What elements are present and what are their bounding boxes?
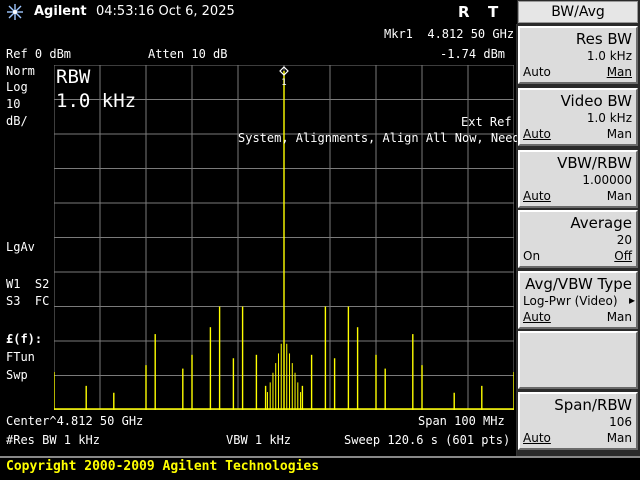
average-softkey[interactable]: Average 20 On Off <box>518 210 638 268</box>
trace-state-2: S3 FC <box>6 294 50 308</box>
trigger-indicator: T <box>488 3 499 21</box>
softkey-value: 20 <box>616 233 632 247</box>
softkey-auto: Auto <box>523 431 551 445</box>
rbw-annotation-title: RBW <box>56 66 91 88</box>
res-bw-readout: #Res BW 1 kHz <box>6 433 100 447</box>
spectrum-trace <box>54 71 514 410</box>
softkey-title: Average <box>570 214 632 232</box>
date-time: 04:53:16 Oct 6, 2025 <box>96 4 235 19</box>
brand-name: Agilent <box>34 4 87 19</box>
softkey-auto: Auto <box>523 310 551 324</box>
sweep-time-readout: Sweep 120.6 s (601 pts) <box>344 433 511 447</box>
scale-type: Log <box>6 80 28 94</box>
menu-title: BW/Avg <box>518 1 638 23</box>
softkey-auto: Auto <box>523 65 551 79</box>
vbw-readout: VBW 1 kHz <box>226 433 292 447</box>
softkey-value: 1.0 kHz <box>586 111 632 125</box>
vbw-rbw-softkey[interactable]: VBW/RBW 1.00000 Auto Man <box>518 150 638 208</box>
softkey-auto: Auto <box>523 127 551 141</box>
alignment-alert: System, Alignments, Align All Now, Neede… <box>238 131 535 145</box>
reference-level: Ref 0 dBm <box>6 47 72 61</box>
softkey-value: Log-Pwr (Video) <box>523 294 618 308</box>
scale-value: 10 <box>6 97 21 111</box>
remote-indicator: R <box>458 3 470 21</box>
ftun-label: FTun <box>6 350 35 364</box>
res-bw-softkey[interactable]: Res BW 1.0 kHz Auto Man <box>518 26 638 84</box>
blank-softkey[interactable] <box>518 331 638 389</box>
function-label: £(f): <box>6 332 43 346</box>
detector-mode: Norm <box>6 64 35 78</box>
span-readout: Span 100 MHz <box>418 414 505 428</box>
softkey-off: Off <box>614 249 632 263</box>
softkey-title: Res BW <box>575 30 632 48</box>
softkey-title: Span/RBW <box>554 396 632 414</box>
softkey-man: Man <box>606 431 632 445</box>
scale-unit: dB/ <box>6 114 28 128</box>
softkey-man: Man <box>606 65 632 79</box>
softkey-value: 1.0 kHz <box>586 49 632 63</box>
trace-state-1: W1 S2 <box>6 277 50 291</box>
agilent-spark-logo-icon <box>7 4 23 20</box>
softkey-man: Man <box>606 127 632 141</box>
center-frequency: Center^4.812 50 GHz <box>6 414 144 428</box>
attenuation: Atten 10 dB <box>148 47 228 61</box>
sweep-label: Swp <box>6 368 28 382</box>
span-rbw-softkey[interactable]: Span/RBW 106 Auto Man <box>518 392 638 450</box>
average-type-label: LgAv <box>6 240 35 254</box>
softkey-title: Video BW <box>560 92 632 110</box>
ext-ref-label: Ext Ref <box>461 115 512 129</box>
softkey-title: VBW/RBW <box>557 154 632 172</box>
marker-readout-amplitude: -1.74 dBm <box>440 47 506 61</box>
marker-readout-frequency: Mkr1 4.812 50 GHz <box>384 27 515 41</box>
softkey-man: Man <box>606 189 632 203</box>
softkey-title: Avg/VBW Type <box>525 275 632 293</box>
copyright-text: Copyright 2000-2009 Agilent Technologies <box>6 459 320 474</box>
marker-number: 1 <box>281 78 286 88</box>
submenu-arrow-icon: ▸ <box>628 293 635 307</box>
avg-vbw-type-softkey[interactable]: Avg/VBW Type Log-Pwr (Video) ▸ Auto Man <box>518 271 638 329</box>
softkey-on: On <box>523 249 541 263</box>
softkey-value: 1.00000 <box>582 173 632 187</box>
softkey-value: 106 <box>609 415 632 429</box>
softkey-auto: Auto <box>523 189 551 203</box>
rbw-annotation-value: 1.0 kHz <box>56 90 137 112</box>
video-bw-softkey[interactable]: Video BW 1.0 kHz Auto Man <box>518 88 638 146</box>
softkey-man: Man <box>606 310 632 324</box>
spectrum-plot: 1 <box>54 65 514 410</box>
